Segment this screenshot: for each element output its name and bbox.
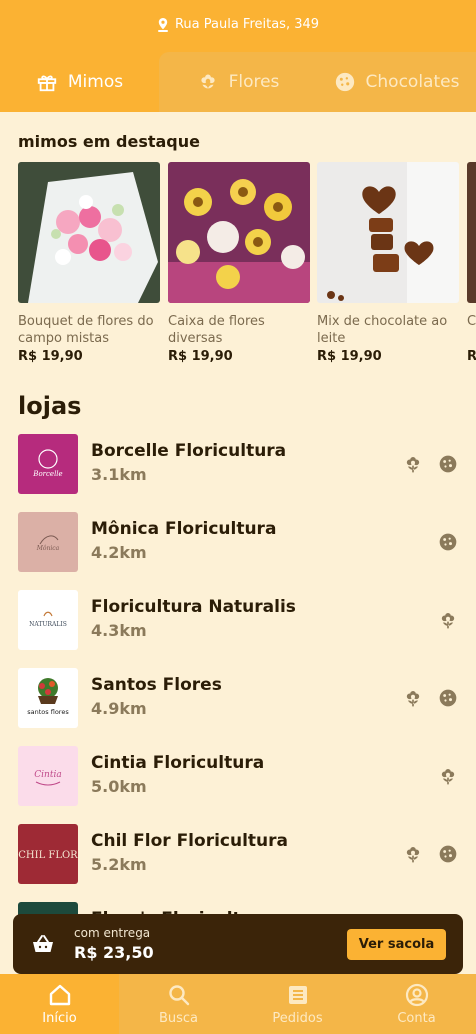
store-item[interactable]: CHIL FLOR Chil Flor Floricultura 5.2km bbox=[18, 824, 458, 886]
store-item[interactable]: Cintia Cintia Floricultura 5.0km bbox=[18, 746, 458, 808]
address-text: Rua Paula Freitas, 349 bbox=[174, 17, 320, 32]
store-name: Mônica Floricultura bbox=[91, 519, 277, 539]
store-name: Cintia Floricultura bbox=[91, 753, 265, 773]
stores-title: lojas bbox=[18, 392, 82, 420]
gift-icon bbox=[37, 75, 57, 92]
flower-icon bbox=[403, 454, 423, 474]
bottom-nav: Início Busca Pedidos Conta bbox=[0, 974, 476, 1034]
store-logo: Borcelle bbox=[18, 434, 78, 494]
featured-price: R$ 19,90 bbox=[168, 349, 233, 364]
store-logo: santos flores bbox=[18, 668, 78, 728]
store-item[interactable]: NATURALIS Floricultura Naturalis 4.3km bbox=[18, 590, 458, 652]
svg-text:Mônica: Mônica bbox=[36, 545, 60, 552]
cart-bar[interactable]: com entrega R$ 23,50 Ver sacola bbox=[13, 914, 463, 974]
flower-box-image bbox=[168, 162, 310, 303]
flower-icon bbox=[403, 844, 423, 864]
store-item[interactable]: Mônica Mônica Floricultura 4.2km bbox=[18, 512, 458, 574]
view-bag-button[interactable]: Ver sacola bbox=[347, 929, 446, 960]
featured-card[interactable]: Mix de chocolate ao leite R$ 19,90 bbox=[317, 162, 459, 364]
nav-search[interactable]: Busca bbox=[119, 974, 238, 1034]
store-name: Chil Flor Floricultura bbox=[91, 831, 288, 851]
flower-icon bbox=[200, 74, 215, 92]
cookie-icon bbox=[335, 72, 354, 92]
store-logo: Cintia bbox=[18, 746, 78, 806]
store-name: Borcelle Floricultura bbox=[91, 441, 287, 461]
store-item[interactable]: santos flores Santos Flores 4.9km bbox=[18, 668, 458, 730]
svg-text:Borcelle: Borcelle bbox=[32, 470, 62, 478]
svg-text:Cintia: Cintia bbox=[34, 770, 61, 780]
featured-title: mimos em destaque bbox=[18, 132, 200, 151]
tab-label: Chocolates bbox=[365, 72, 460, 92]
cart-total: R$ 23,50 bbox=[74, 943, 154, 962]
nav-label: Conta bbox=[397, 1010, 436, 1026]
nav-label: Busca bbox=[158, 1010, 199, 1026]
tab-label: Flores bbox=[228, 72, 280, 92]
home-icon bbox=[49, 984, 70, 1005]
svg-text:NATURALIS: NATURALIS bbox=[29, 621, 67, 628]
featured-carousel[interactable]: Bouquet de flores do campo mistas R$ 19,… bbox=[18, 162, 476, 372]
featured-price: R$ 19,90 bbox=[18, 349, 83, 364]
cookie-icon bbox=[438, 688, 458, 708]
store-name: Floricultura Naturalis bbox=[91, 597, 296, 617]
nav-account[interactable]: Conta bbox=[357, 974, 476, 1034]
featured-card[interactable]: Caixa de flores diversas R$ 19,90 bbox=[168, 162, 310, 364]
store-distance: 4.9km bbox=[91, 699, 147, 718]
category-tabs: Mimos Flores Chocolates bbox=[0, 52, 476, 112]
location-pin-icon bbox=[157, 17, 168, 32]
nav-label: Pedidos bbox=[272, 1010, 323, 1026]
tab-label: Mimos bbox=[67, 72, 124, 92]
nav-label: Início bbox=[42, 1010, 77, 1026]
flower-icon bbox=[438, 610, 458, 630]
svg-text:santos flores: santos flores bbox=[27, 708, 69, 716]
store-distance: 4.3km bbox=[91, 621, 147, 640]
flower-icon bbox=[438, 766, 458, 786]
featured-card[interactable]: Ca fo R$ bbox=[467, 162, 476, 364]
store-logo: CHIL FLOR bbox=[18, 824, 78, 884]
store-item[interactable]: Borcelle Borcelle Floricultura 3.1km bbox=[18, 434, 458, 496]
cookie-icon bbox=[438, 844, 458, 864]
orders-icon bbox=[288, 985, 307, 1004]
shopping-basket-icon bbox=[33, 935, 53, 952]
featured-price: R$ 19,90 bbox=[317, 349, 382, 364]
cookie-icon bbox=[438, 454, 458, 474]
search-icon bbox=[168, 984, 189, 1005]
flower-icon bbox=[403, 688, 423, 708]
delivery-address[interactable]: Rua Paula Freitas, 349 bbox=[0, 17, 476, 32]
featured-card[interactable]: Bouquet de flores do campo mistas R$ 19,… bbox=[18, 162, 160, 364]
nav-home[interactable]: Início bbox=[0, 974, 119, 1034]
featured-name: Mix de chocolate ao leite bbox=[317, 314, 448, 346]
store-logo: NATURALIS bbox=[18, 590, 78, 650]
chocolate-image bbox=[317, 162, 459, 303]
tab-chocolates[interactable]: Chocolates bbox=[317, 52, 476, 112]
partial-card-image bbox=[467, 162, 476, 303]
store-logo: Mônica bbox=[18, 512, 78, 572]
store-distance: 4.2km bbox=[91, 543, 147, 562]
account-icon bbox=[405, 983, 428, 1006]
featured-name: Bouquet de flores do campo mistas bbox=[18, 314, 154, 346]
featured-price: R$ bbox=[467, 349, 476, 364]
bouquet-image bbox=[18, 162, 160, 303]
delivery-label: com entrega bbox=[74, 926, 151, 940]
featured-name: Ca fo bbox=[467, 314, 476, 329]
svg-text:CHIL FLOR: CHIL FLOR bbox=[18, 850, 78, 861]
store-name: Santos Flores bbox=[91, 675, 222, 695]
store-distance: 5.2km bbox=[91, 855, 147, 874]
store-distance: 5.0km bbox=[91, 777, 147, 796]
store-distance: 3.1km bbox=[91, 465, 147, 484]
tab-flores[interactable]: Flores bbox=[159, 52, 317, 112]
cookie-icon bbox=[438, 532, 458, 552]
tab-mimos[interactable]: Mimos bbox=[0, 52, 159, 112]
nav-orders[interactable]: Pedidos bbox=[238, 974, 357, 1034]
featured-name: Caixa de flores diversas bbox=[168, 314, 265, 346]
